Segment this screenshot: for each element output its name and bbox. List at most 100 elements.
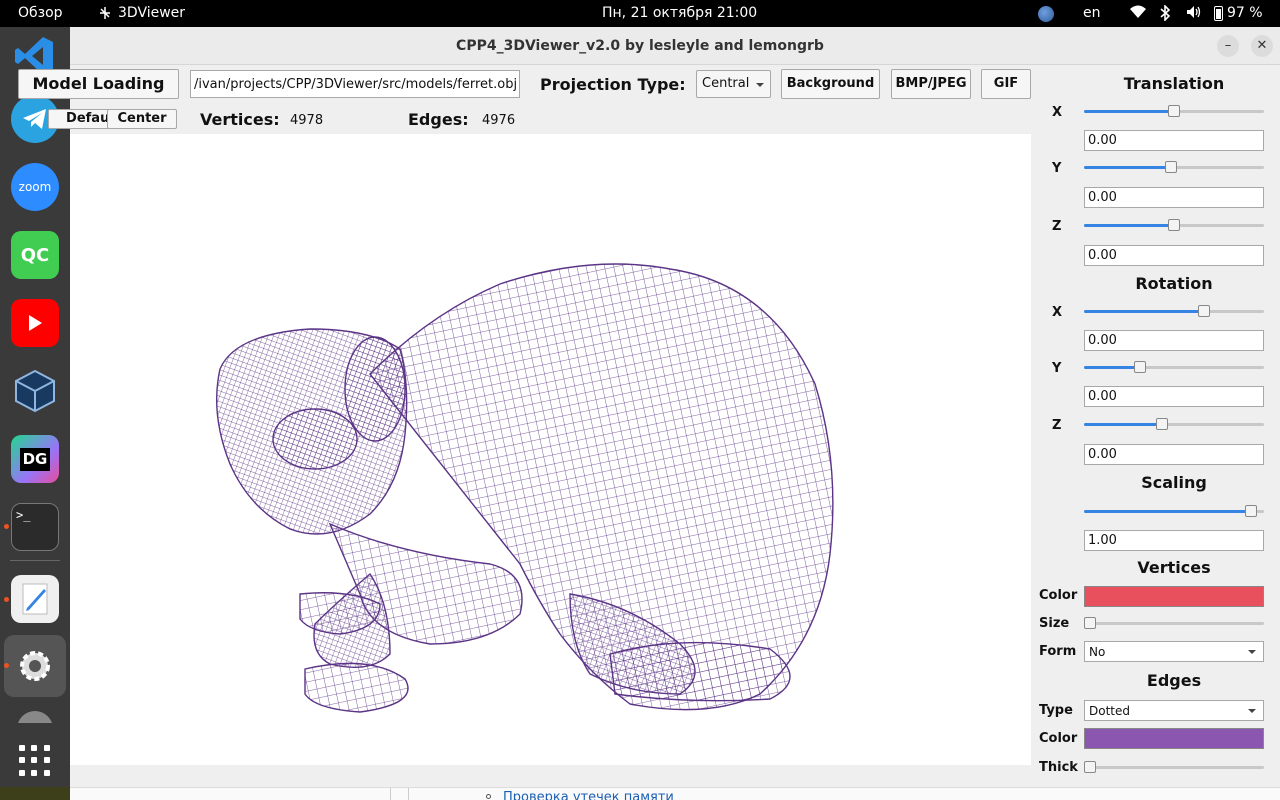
translation-x-field[interactable] (1084, 130, 1264, 151)
slider-handle[interactable] (1168, 219, 1180, 231)
rotation-z-slider[interactable] (1084, 418, 1264, 430)
running-indicator (4, 597, 9, 602)
close-button[interactable]: ✕ (1251, 35, 1273, 57)
edges-count-label: Edges: (408, 110, 469, 129)
slider-handle[interactable] (1084, 617, 1096, 629)
slider-handle[interactable] (1084, 761, 1096, 773)
slider-handle[interactable] (1245, 505, 1258, 517)
translation-y-label: Y (1052, 161, 1062, 176)
volume-icon[interactable] (1186, 5, 1202, 23)
background-button[interactable]: Background (781, 69, 880, 99)
scaling-field[interactable] (1084, 530, 1264, 551)
list-bullet (486, 794, 491, 799)
dock-partial-item[interactable] (11, 709, 59, 723)
rotation-y-field[interactable] (1084, 386, 1264, 407)
translation-heading: Translation (1123, 74, 1225, 93)
rotation-y-slider[interactable] (1084, 361, 1264, 373)
zoom-icon: zoom (18, 180, 52, 194)
slider-handle[interactable] (1164, 161, 1177, 173)
3dviewer-app-icon (100, 7, 110, 19)
dock-text-editor[interactable] (11, 575, 59, 623)
vertex-form-label: Form (1039, 644, 1077, 659)
bluetooth-icon[interactable] (1160, 4, 1171, 25)
keyboard-layout-indicator[interactable]: en (1083, 5, 1101, 21)
rotation-z-field[interactable] (1084, 444, 1264, 465)
slider-handle[interactable] (1168, 105, 1180, 117)
translation-y-slider[interactable] (1084, 161, 1264, 173)
virtualbox-icon (15, 369, 55, 413)
slider-handle[interactable] (1198, 305, 1211, 317)
vertices-heading: Vertices (1137, 558, 1211, 577)
chevron-down-icon (756, 83, 764, 87)
app-name: 3DViewer (118, 5, 186, 21)
vertex-color-button[interactable] (1084, 586, 1264, 607)
rotation-heading: Rotation (1135, 274, 1213, 293)
running-indicator (4, 663, 9, 668)
translation-z-field[interactable] (1084, 245, 1264, 266)
vertex-size-slider[interactable] (1084, 617, 1264, 629)
running-indicator (4, 524, 9, 529)
scaling-slider[interactable] (1084, 505, 1264, 517)
vertices-count: 4978 (290, 113, 324, 128)
battery-icon (1214, 5, 1223, 21)
edges-count: 4976 (482, 113, 516, 128)
dock-datagrip[interactable]: DG (11, 435, 59, 483)
3d-viewport[interactable] (70, 134, 1031, 765)
chevron-down-icon (1248, 709, 1256, 713)
translation-z-slider[interactable] (1084, 219, 1264, 231)
battery-indicator[interactable]: 97 % (1214, 5, 1263, 21)
memory-leak-check-link[interactable]: Проверка утечек памяти (503, 790, 674, 800)
dock-zoom[interactable]: zoom (11, 163, 59, 211)
dock-separator (10, 560, 60, 561)
edge-type-select[interactable]: Dotted (1084, 700, 1264, 721)
qtcreator-icon: QC (20, 244, 50, 266)
text-editor-icon (22, 583, 48, 615)
edge-type-value: Dotted (1089, 704, 1130, 718)
model-front-paw (304, 662, 409, 713)
rotation-x-slider[interactable] (1084, 305, 1264, 317)
tray-app-icon[interactable] (1038, 6, 1054, 22)
chevron-down-icon (1248, 650, 1256, 654)
settings-icon (20, 651, 50, 681)
title-bar[interactable]: CPP4_3DViewer_v2.0 by lesleyle and lemon… (70, 27, 1280, 65)
translation-x-slider[interactable] (1084, 105, 1264, 117)
edge-color-button[interactable] (1084, 728, 1264, 749)
edge-color-label: Color (1039, 731, 1078, 746)
clock[interactable]: Пн, 21 октября 21:00 (602, 5, 757, 21)
center-button[interactable]: Center (107, 109, 177, 129)
projection-type-label: Projection Type: (540, 75, 686, 94)
rotation-x-field[interactable] (1084, 330, 1264, 351)
youtube-icon (29, 315, 42, 331)
scaling-heading: Scaling (1141, 473, 1207, 492)
minimize-button[interactable]: – (1217, 35, 1239, 57)
bmp-jpeg-button[interactable]: BMP/JPEG (891, 69, 971, 99)
model-eye (272, 408, 358, 470)
model-path-field[interactable] (190, 70, 520, 98)
vertex-form-value: No (1089, 645, 1106, 659)
top-bar: Обзор 3DViewer Пн, 21 октября 21:00 en 9… (0, 0, 1280, 27)
model-ear (344, 336, 406, 442)
dock-terminal[interactable]: >_ (11, 503, 59, 551)
activities-button[interactable]: Обзор (18, 5, 63, 21)
show-apps-grid-icon[interactable] (19, 745, 51, 777)
rotation-z-label: Z (1052, 418, 1062, 433)
slider-handle[interactable] (1134, 361, 1147, 373)
background-document: Проверка утечек памяти (70, 787, 1280, 800)
translation-y-field[interactable] (1084, 187, 1264, 208)
dock-youtube[interactable] (11, 299, 59, 347)
gif-button[interactable]: GIF (981, 69, 1031, 99)
dock-settings[interactable] (4, 635, 66, 697)
projection-type-select[interactable]: Central (696, 70, 771, 98)
app-menu[interactable]: 3DViewer (98, 5, 185, 21)
edges-heading: Edges (1146, 671, 1202, 690)
vertex-form-select[interactable]: No (1084, 641, 1264, 662)
edge-thick-slider[interactable] (1084, 761, 1264, 773)
model-loading-button[interactable]: Model Loading (18, 69, 179, 99)
divider (390, 788, 391, 800)
wifi-icon[interactable] (1130, 5, 1146, 23)
dock-qtcreator[interactable]: QC (11, 231, 59, 279)
app-window: CPP4_3DViewer_v2.0 by lesleyle and lemon… (18, 27, 1280, 787)
dock-virtualbox[interactable] (11, 367, 59, 415)
terminal-icon: >_ (16, 508, 31, 522)
slider-handle[interactable] (1156, 418, 1169, 430)
